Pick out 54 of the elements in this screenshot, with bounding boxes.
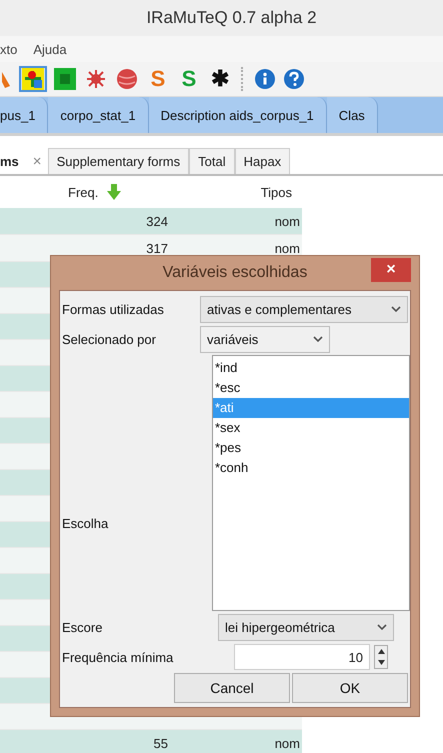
notebook-tab[interactable]: Clas [326,97,378,133]
dialog-button[interactable]: Cancel [174,673,290,703]
menu-item[interactable]: Ajuda [33,42,67,56]
toolbar-button[interactable] [52,66,78,92]
chevron-down-icon [313,336,323,342]
table-cell-text: nom [274,214,300,228]
list-item[interactable]: *esc [213,378,409,398]
field-label: Formas utilizadas [62,302,165,316]
toolbar-separator [241,67,245,91]
dropdown[interactable]: lei hipergeométrica [218,614,394,640]
list-item[interactable]: *pes [213,438,409,458]
column-header[interactable]: Freq. [68,184,98,200]
flower-icon [85,68,107,90]
window-title: IRaMuTeQ 0.7 alpha 2 [145,8,317,28]
dropdown[interactable]: variáveis [200,326,330,352]
number-field[interactable]: 10 [234,644,370,670]
toolbar-button[interactable]: ✱ [207,66,233,92]
field-label: Frequência mínima [62,650,174,664]
list-item[interactable]: *sex [213,418,409,438]
dialog-title: Variáveis escolhidas [162,264,308,282]
notebook-tab[interactable]: corpo_stat_1 [48,97,149,133]
close-button[interactable]: × [371,258,411,282]
table-cell-text: 317 [145,240,168,256]
toolbar-button[interactable] [114,66,140,92]
field-label: Selecionado por [62,332,157,346]
list-item[interactable]: *conh [213,458,409,478]
table-cell-text: 324 [145,214,168,228]
notebook-tab[interactable]: Description aids_corpus_1 [148,97,327,133]
sort-down-arrow-icon [106,184,122,200]
list-item[interactable]: *ind [213,358,409,378]
spin-buttons[interactable] [374,645,388,669]
square-icon [54,68,76,90]
menu-item[interactable]: xto [0,42,18,56]
field-label: Escolha [62,516,110,533]
dropdown[interactable]: ativas e complementares [200,296,408,322]
table-cell-text: nom [274,240,300,256]
colorful-cross-icon [22,68,44,90]
help-icon [284,69,304,89]
chevron-down-icon [391,306,401,312]
notebook-tab[interactable]: pus_1 [0,97,48,133]
toolbar-button[interactable] [253,66,277,92]
table-cell-text: nom [274,736,300,750]
sub-tab[interactable]: Total [189,148,235,174]
toolbar-button[interactable] [19,66,47,92]
dialog-button[interactable]: OK [292,673,408,703]
table-cell-text: 55 [152,736,168,750]
field-label: Escore [62,620,104,634]
column-header[interactable]: Tipos [260,184,292,200]
ball-icon [116,68,138,90]
sub-tab[interactable]: Hapax [234,148,290,174]
toolbar-button[interactable] [282,66,306,92]
sub-tab[interactable]: Supplementary forms [48,148,190,174]
info-icon [255,69,275,89]
chevron-down-icon [377,624,387,630]
